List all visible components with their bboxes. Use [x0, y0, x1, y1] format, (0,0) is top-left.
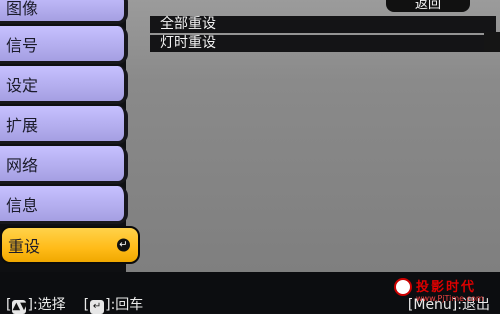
key-hints: [▲▼]:选择 [↵]:回车	[6, 294, 143, 314]
watermark: 投影时代 www.PjTime.com	[394, 276, 494, 310]
sidebar-item-network[interactable]: 网络	[0, 146, 128, 184]
sidebar-item-label: 网络	[6, 155, 39, 175]
sidebar-item-extended[interactable]: 扩展	[0, 106, 128, 144]
select-hint-label: :选择	[32, 297, 66, 313]
select-hint: [▲▼]:选择	[6, 297, 66, 314]
enter-icon: ↵	[117, 238, 130, 252]
sidebar-item-label: 重设	[8, 237, 41, 256]
enter-key-icon: ↵	[90, 300, 105, 314]
sidebar-item-label: 设定	[6, 75, 39, 95]
sidebar-item-label: 信号	[6, 35, 39, 55]
panel-edge-shadow	[484, 32, 500, 52]
return-button[interactable]: 返回	[386, 0, 470, 12]
enter-hint: [↵]:回车	[83, 297, 144, 314]
watermark-title: 投影时代	[416, 280, 477, 295]
sidebar-item-reset[interactable]: 重设 ↵	[0, 226, 140, 264]
watermark-logo-icon	[394, 278, 412, 296]
sidebar-item-label: 图像	[6, 0, 39, 18]
sidebar-item-settings[interactable]: 设定	[0, 66, 128, 104]
option-reset-all[interactable]: 全部重设	[150, 16, 496, 33]
enter-hint-label: :回车	[110, 297, 144, 313]
sidebar-item-info[interactable]: 信息	[0, 186, 128, 224]
sidebar-menu: 图像 信号 设定 扩展 网络 信息 重设 ↵	[0, 0, 140, 272]
sidebar-item-label: 信息	[6, 195, 39, 215]
sidebar-item-image[interactable]: 图像	[0, 0, 128, 24]
watermark-url: www.PjTime.com	[416, 294, 484, 303]
up-down-icon: ▲▼	[12, 300, 28, 314]
sidebar-item-label: 扩展	[6, 115, 39, 135]
sidebar-item-signal[interactable]: 信号	[0, 26, 128, 64]
option-reset-lamp-hours[interactable]: 灯时重设	[150, 35, 496, 52]
